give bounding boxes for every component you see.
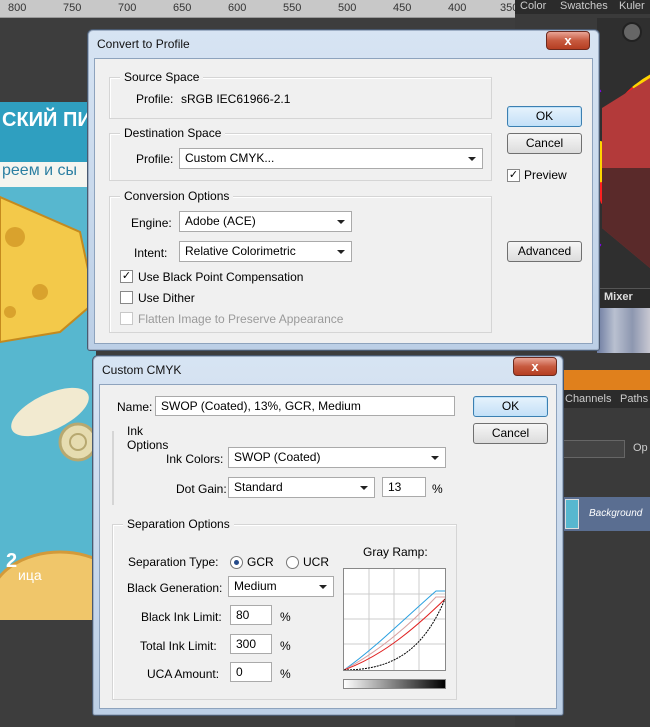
percent-label: % (280, 667, 291, 681)
tab-swatches[interactable]: Swatches (560, 0, 608, 12)
tab-paths[interactable]: Paths (620, 393, 648, 405)
ruler-label: 700 (118, 2, 137, 14)
dither-label[interactable]: Use Dither (138, 291, 195, 305)
ruler-label: 500 (338, 2, 357, 14)
separation-options-group: Separation Options Separation Type: GCR … (112, 517, 457, 700)
dialog-title: Convert to Profile (97, 37, 190, 51)
source-space-group: Source Space Profile: sRGB IEC61966-2.1 (109, 70, 492, 119)
close-button[interactable]: x (513, 357, 557, 376)
mixer-canvas[interactable] (597, 308, 650, 353)
group-title: Destination Space (120, 126, 226, 140)
name-field[interactable]: SWOP (Coated), 13%, GCR, Medium (155, 396, 455, 416)
tab-channels[interactable]: Channels (565, 393, 611, 405)
total-ink-limit-field[interactable]: 300 (230, 634, 272, 654)
ruler-label: 400 (448, 2, 467, 14)
dialog-body: Source Space Profile: sRGB IEC61966-2.1 … (94, 58, 593, 344)
close-button[interactable]: x (546, 31, 590, 50)
group-title: Ink Options (123, 424, 173, 452)
tab-color[interactable]: Color (520, 0, 546, 12)
canvas-text: 2 (6, 550, 18, 572)
source-profile-value: sRGB IEC61966-2.1 (181, 92, 291, 106)
flatten-label: Flatten Image to Preserve Appearance (138, 312, 344, 326)
close-icon: x (531, 359, 539, 374)
canvas-text: ица (18, 567, 42, 583)
ruler-label: 550 (283, 2, 302, 14)
preview-label[interactable]: Preview (524, 168, 567, 182)
ruler-label: 750 (63, 2, 82, 14)
gray-ramp-graph (343, 568, 446, 671)
dot-gain-field[interactable]: 13 (382, 477, 426, 497)
gray-ramp-curves (343, 569, 446, 671)
ink-colors-select[interactable]: SWOP (Coated) (228, 447, 446, 468)
custom-cmyk-dialog: Custom CMYK x Name: SWOP (Coated), 13%, … (92, 355, 564, 716)
ink-options-group: Ink Options Ink Colors: SWOP (Coated) Do… (112, 424, 446, 505)
ucr-label[interactable]: UCR (303, 555, 329, 569)
percent-label: % (280, 639, 291, 653)
source-profile-label: Profile: (136, 92, 174, 106)
convert-to-profile-dialog: Convert to Profile x Source Space Profil… (87, 29, 600, 351)
black-generation-label: Black Generation: (127, 581, 223, 595)
ruler-label: 350 (500, 2, 515, 14)
engine-label: Engine: (131, 216, 172, 230)
flatten-checkbox (120, 312, 133, 325)
dither-checkbox[interactable] (120, 291, 133, 304)
gray-ramp-gradient (343, 679, 446, 689)
ink-colors-label: Ink Colors: (166, 452, 224, 466)
group-title: Conversion Options (120, 189, 234, 203)
intent-select[interactable]: Relative Colorimetric (179, 241, 352, 262)
ok-button[interactable]: OK (507, 106, 582, 127)
dest-profile-select[interactable]: Custom CMYK... (179, 148, 483, 169)
horizontal-ruler[interactable]: 800 750 700 650 600 550 500 450 400 350 (0, 0, 515, 18)
uca-amount-field[interactable]: 0 (230, 662, 272, 682)
layer-thumbnail (565, 499, 579, 529)
black-ink-limit-field[interactable]: 80 (230, 605, 272, 625)
bpc-checkbox[interactable]: ✓ (120, 270, 133, 283)
color-wheel-area[interactable] (597, 18, 650, 288)
ruler-label: 650 (173, 2, 192, 14)
layer-name: Background (589, 508, 643, 519)
separation-type-label: Separation Type: (128, 555, 219, 569)
advanced-button[interactable]: Advanced (507, 241, 582, 262)
gcr-radio[interactable] (230, 556, 243, 569)
opacity-label: Op (633, 442, 648, 454)
dialog-body: Name: SWOP (Coated), 13%, GCR, Medium OK… (99, 384, 557, 709)
dest-profile-label: Profile: (136, 152, 174, 166)
gray-ramp-label: Gray Ramp: (363, 545, 428, 559)
ucr-radio[interactable] (286, 556, 299, 569)
percent-label: % (280, 610, 291, 624)
blend-mode-select[interactable] (560, 440, 625, 458)
knob-icon[interactable] (622, 22, 642, 42)
dot-gain-label: Dot Gain: (176, 482, 227, 496)
percent-label: % (432, 482, 443, 496)
destination-space-group: Destination Space Profile: Custom CMYK..… (109, 126, 492, 181)
close-icon: x (564, 33, 572, 48)
ruler-label: 800 (8, 2, 27, 14)
canvas-text: реем и сы (2, 162, 78, 179)
gcr-label[interactable]: GCR (247, 555, 274, 569)
tab-mixer[interactable]: Mixer (604, 291, 633, 303)
group-title: Separation Options (123, 517, 234, 531)
uca-amount-label: UCA Amount: (147, 667, 220, 681)
black-generation-select[interactable]: Medium (228, 576, 334, 597)
bpc-label[interactable]: Use Black Point Compensation (138, 270, 303, 284)
dot-gain-select[interactable]: Standard (228, 477, 375, 498)
conversion-options-group: Conversion Options Engine: Adobe (ACE) I… (109, 189, 492, 333)
preview-checkbox[interactable]: ✓ (507, 169, 520, 182)
document-canvas[interactable]: СКИЙ ПИР реем и сы 2 ица (0, 102, 96, 620)
ruler-label: 450 (393, 2, 412, 14)
cancel-button[interactable]: Cancel (473, 423, 548, 444)
intent-label: Intent: (134, 246, 168, 260)
group-title: Source Space (120, 70, 204, 84)
engine-select[interactable]: Adobe (ACE) (179, 211, 352, 232)
name-label: Name: (117, 400, 153, 414)
ok-button[interactable]: OK (473, 396, 548, 417)
total-ink-limit-label: Total Ink Limit: (140, 639, 217, 653)
black-ink-limit-label: Black Ink Limit: (141, 610, 222, 624)
dialog-title: Custom CMYK (102, 363, 182, 377)
color-wheel (597, 74, 650, 268)
cancel-button[interactable]: Cancel (507, 133, 582, 154)
tab-kuler[interactable]: Kuler (619, 0, 645, 12)
ruler-label: 600 (228, 2, 247, 14)
canvas-text: СКИЙ ПИР (2, 109, 96, 131)
